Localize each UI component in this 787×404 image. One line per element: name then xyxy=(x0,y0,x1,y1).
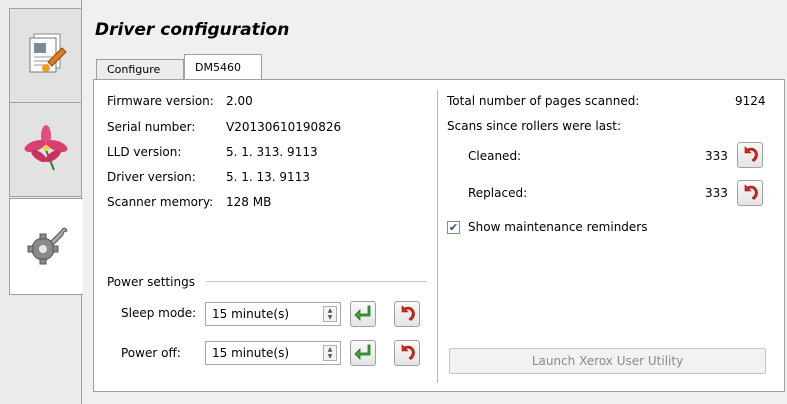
firmware-label: Firmware version: xyxy=(107,94,214,108)
serial-label: Serial number: xyxy=(107,120,196,134)
side-tab-strip xyxy=(0,0,83,404)
power-off-spinner[interactable]: 15 minute(s) ▲ ▼ xyxy=(205,341,341,365)
undo-arrow-icon xyxy=(398,304,416,325)
power-off-value: 15 minute(s) xyxy=(212,346,290,360)
power-settings-label: Power settings xyxy=(107,275,195,289)
column-divider xyxy=(437,90,438,383)
driver-label: Driver version: xyxy=(107,170,196,184)
memory-value: 128 MB xyxy=(226,195,272,209)
cleaned-label: Cleaned: xyxy=(468,149,522,163)
replaced-value: 333 xyxy=(705,186,728,200)
side-tab-settings[interactable] xyxy=(9,198,83,295)
reset-cleaned-button[interactable] xyxy=(737,142,763,168)
serial-value: V20130610190826 xyxy=(226,120,342,134)
power-off-arrows[interactable]: ▲ ▼ xyxy=(323,345,337,361)
power-off-reset-button[interactable] xyxy=(394,340,420,366)
document-edit-icon xyxy=(24,30,68,81)
driver-value: 5. 1. 13. 9113 xyxy=(226,170,310,184)
power-off-apply-button[interactable] xyxy=(350,340,376,366)
tab-configure[interactable]: Configure xyxy=(96,59,184,79)
spin-up-icon[interactable]: ▲ xyxy=(328,307,333,314)
total-pages-label: Total number of pages scanned: xyxy=(447,94,640,108)
sleep-mode-spinner[interactable]: 15 minute(s) ▲ ▼ xyxy=(205,302,341,326)
power-off-label: Power off: xyxy=(121,346,181,360)
enter-arrow-icon xyxy=(354,344,372,363)
lld-value: 5. 1. 313. 9113 xyxy=(226,145,318,159)
sleep-apply-button[interactable] xyxy=(350,301,376,327)
spin-up-icon[interactable]: ▲ xyxy=(328,346,333,353)
memory-label: Scanner memory: xyxy=(107,195,214,209)
tab-dm5460[interactable]: DM5460 xyxy=(184,54,262,80)
spin-down-icon[interactable]: ▼ xyxy=(328,314,333,321)
page-title: Driver configuration xyxy=(95,20,290,40)
gear-wrench-icon xyxy=(25,223,69,270)
enter-arrow-icon xyxy=(354,305,372,324)
sleep-mode-value: 15 minute(s) xyxy=(212,307,290,321)
rollers-label: Scans since rollers were last: xyxy=(447,119,622,133)
total-pages-value: 9124 xyxy=(735,94,766,108)
undo-arrow-icon xyxy=(741,145,759,166)
side-tab-document[interactable] xyxy=(9,8,82,103)
sleep-reset-button[interactable] xyxy=(394,301,420,327)
replaced-label: Replaced: xyxy=(468,186,528,200)
reset-replaced-button[interactable] xyxy=(737,180,763,206)
spin-down-icon[interactable]: ▼ xyxy=(328,353,333,360)
maintenance-reminder-label[interactable]: Show maintenance reminders xyxy=(468,220,648,234)
checkmark-icon: ✔ xyxy=(448,221,459,234)
lld-label: LLD version: xyxy=(107,145,182,159)
maintenance-reminder-checkbox[interactable]: ✔ xyxy=(447,221,460,234)
undo-arrow-icon xyxy=(741,183,759,204)
cleaned-value: 333 xyxy=(705,149,728,163)
lily-flower-icon xyxy=(24,124,68,175)
side-tab-image[interactable] xyxy=(9,102,82,197)
firmware-value: 2.00 xyxy=(226,94,253,108)
device-panel xyxy=(93,79,785,392)
sleep-mode-arrows[interactable]: ▲ ▼ xyxy=(323,306,337,322)
sleep-mode-label: Sleep mode: xyxy=(121,306,197,320)
power-settings-divider xyxy=(206,281,427,282)
launch-utility-button[interactable]: Launch Xerox User Utility xyxy=(449,348,766,374)
undo-arrow-icon xyxy=(398,343,416,364)
